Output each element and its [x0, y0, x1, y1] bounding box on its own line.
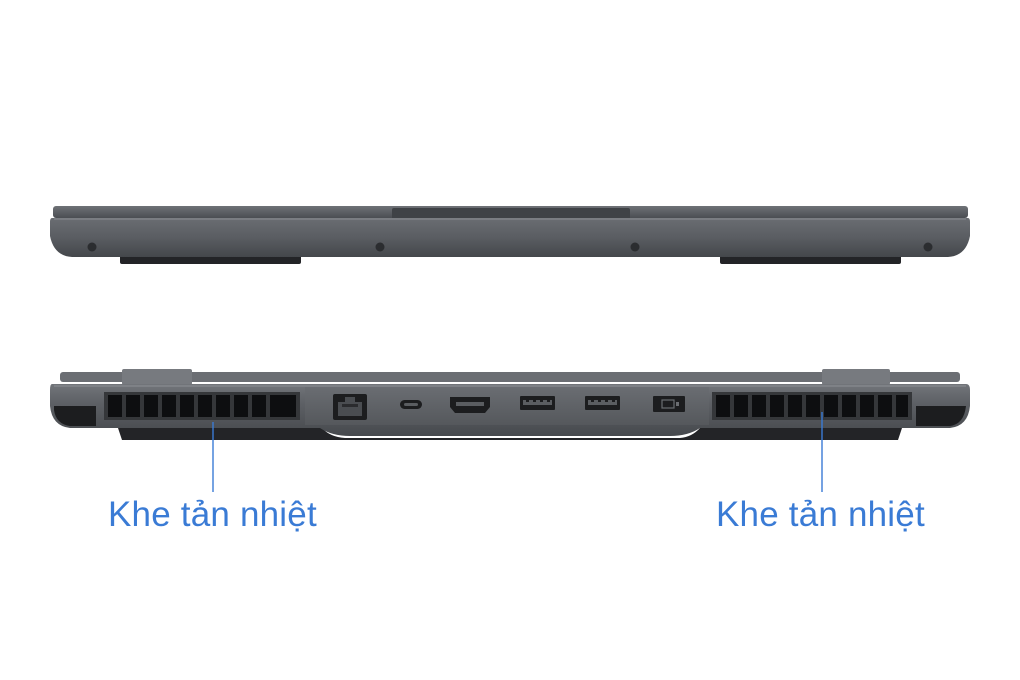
- vent-callout-label-left: Khe tản nhiệt: [108, 495, 317, 534]
- usb-c-port-icon: [400, 400, 422, 409]
- vent-callout-label-right: Khe tản nhiệt: [716, 495, 925, 534]
- laptop-views: [50, 206, 970, 492]
- vent-grille-right: [712, 392, 912, 420]
- usb-a-port-icon: [520, 396, 555, 410]
- screw: [87, 242, 97, 252]
- screw: [630, 242, 640, 252]
- screw: [923, 242, 933, 252]
- usb-a-port-icon: [585, 396, 620, 410]
- vent-grille-left: [104, 392, 300, 420]
- laptop-front-view: [50, 206, 970, 264]
- power-port-icon: [653, 396, 685, 412]
- hinge: [822, 369, 890, 385]
- screw: [375, 242, 385, 252]
- hinge: [122, 369, 192, 385]
- laptop-rear-view: [50, 369, 970, 492]
- base-front: [50, 218, 970, 257]
- ethernet-port-icon: [333, 394, 367, 420]
- hdmi-port-icon: [450, 397, 490, 413]
